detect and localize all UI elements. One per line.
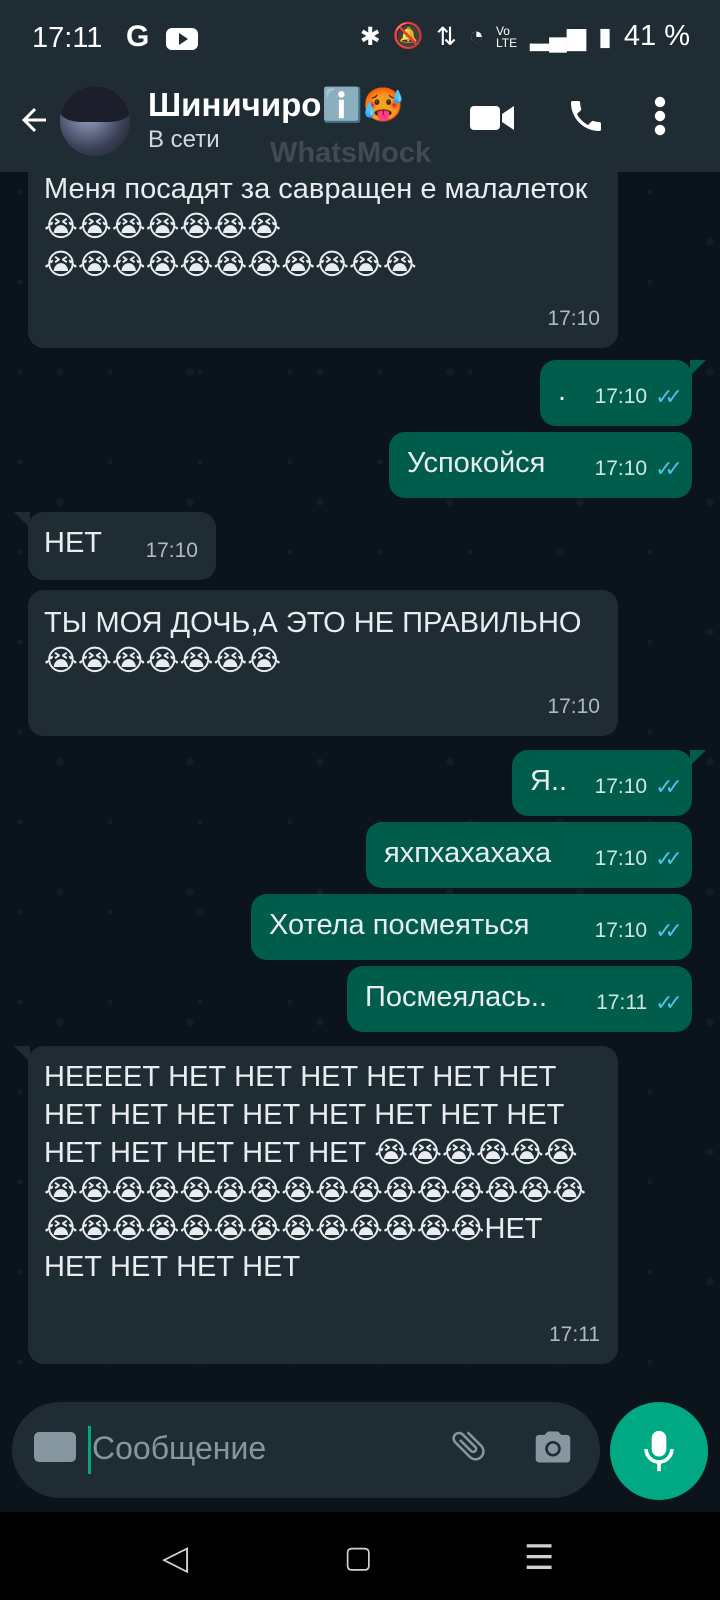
camera-icon[interactable]	[532, 1428, 574, 1476]
message-bubble-incoming[interactable]: НЕТ 17:10	[14, 512, 216, 580]
system-nav-bar: ◁ ▢ ☰	[0, 1512, 720, 1600]
message-bubble-outgoing[interactable]: Посмеялась.. 17:11 ✓✓	[347, 966, 692, 1032]
contact-name[interactable]: Шиничироℹ️🥵	[148, 86, 404, 125]
composer: Сообщение	[0, 1396, 720, 1510]
message-time: 17:11	[549, 1323, 600, 1346]
message-time: 17:10	[594, 919, 648, 942]
message-time: 17:11	[596, 991, 648, 1014]
message-input-placeholder[interactable]: Сообщение	[92, 1430, 266, 1467]
message-bubble-incoming[interactable]: Меня посадят за савращен е малалеток😭😭😭😭…	[28, 172, 618, 348]
wifi-icon: ◔	[468, 22, 484, 50]
message-time: 17:10	[594, 775, 648, 798]
keyboard-icon[interactable]	[34, 1432, 76, 1462]
message-time: 17:10	[547, 307, 600, 330]
volte-label: Vo LTE	[495, 23, 518, 50]
message-bubble-outgoing[interactable]: Я.. 17:10 ✓✓	[512, 750, 706, 816]
mute-icon: 🔕	[392, 22, 424, 50]
mic-icon	[644, 1430, 674, 1472]
message-input-box[interactable]: Сообщение	[12, 1402, 600, 1498]
message-text: ТЫ МОЯ ДОЧЬ,А ЭТО НЕ ПРАВИЛЬНО😭😭😭😭😭😭😭	[44, 607, 582, 677]
contact-avatar[interactable]	[60, 86, 130, 156]
watermark: WhatsMock	[270, 137, 432, 169]
message-text: НЕЕЕЕТ НЕТ НЕТ НЕТ НЕТ НЕТ НЕТ НЕТ НЕТ Н…	[44, 1061, 587, 1283]
signal-icon: ▂▄▆	[529, 22, 587, 51]
message-time: 17:10	[594, 385, 648, 408]
read-ticks-icon: ✓✓	[655, 918, 683, 943]
status-bar: 17:11 G ✱ 🔕 ⇅ ◔ Vo LTE ▂▄▆ ▮ 41 %	[0, 0, 720, 80]
nav-back-icon[interactable]: ◁	[162, 1538, 188, 1578]
more-vert-icon[interactable]	[652, 94, 668, 143]
message-bubble-outgoing[interactable]: Хотела посмеяться 17:10 ✓✓	[251, 894, 692, 960]
message-bubble-outgoing[interactable]: . 17:10 ✓✓	[540, 360, 706, 426]
paperclip-icon[interactable]	[440, 1417, 504, 1481]
status-icons: ✱ 🔕 ⇅ ◔ Vo LTE ▂▄▆ ▮ 41 %	[360, 20, 690, 53]
youtube-icon	[166, 28, 198, 50]
contact-name-emojis: ℹ️🥵	[321, 86, 404, 123]
google-icon: G	[126, 20, 150, 53]
bluetooth-icon: ✱	[359, 22, 381, 51]
nav-recents-icon[interactable]: ☰	[524, 1538, 554, 1578]
message-bubble-outgoing[interactable]: яхпхахахаха 17:10 ✓✓	[366, 822, 692, 888]
read-ticks-icon: ✓✓	[655, 456, 683, 481]
message-bubble-outgoing[interactable]: Успокойся 17:10 ✓✓	[389, 432, 692, 498]
phone-icon[interactable]	[566, 96, 606, 141]
read-ticks-icon: ✓✓	[655, 990, 683, 1015]
battery-percent: 41 %	[623, 20, 690, 52]
nav-home-icon[interactable]: ▢	[344, 1540, 372, 1575]
message-time: 17:10	[594, 457, 648, 480]
data-arrows-icon: ⇅	[435, 22, 457, 51]
status-time: 17:11	[32, 22, 103, 54]
message-time: 17:10	[594, 847, 648, 870]
message-bubble-incoming[interactable]: ТЫ МОЯ ДОЧЬ,А ЭТО НЕ ПРАВИЛЬНО😭😭😭😭😭😭😭 17…	[28, 590, 618, 736]
read-ticks-icon: ✓✓	[655, 846, 683, 871]
chat-area[interactable]: Меня посадят за савращен е малалеток😭😭😭😭…	[0, 172, 720, 1406]
contact-status: В сети	[148, 126, 220, 153]
message-time: 17:10	[547, 695, 600, 718]
message-time: 17:10	[145, 539, 198, 562]
contact-name-text: Шиничиро	[148, 86, 322, 123]
read-ticks-icon: ✓✓	[655, 774, 683, 799]
video-call-icon[interactable]	[468, 98, 516, 143]
read-ticks-icon: ✓✓	[655, 384, 683, 409]
battery-icon: ▮	[598, 22, 612, 51]
message-text: Меня посадят за савращен е малалеток😭😭😭😭…	[44, 173, 588, 281]
text-cursor	[88, 1426, 91, 1474]
mic-button[interactable]	[610, 1402, 708, 1500]
arrow-left-icon[interactable]	[16, 96, 52, 152]
chat-header: Шиничироℹ️🥵 В сети WhatsMock	[0, 80, 720, 172]
message-bubble-incoming[interactable]: НЕЕЕЕТ НЕТ НЕТ НЕТ НЕТ НЕТ НЕТ НЕТ НЕТ Н…	[14, 1046, 618, 1364]
